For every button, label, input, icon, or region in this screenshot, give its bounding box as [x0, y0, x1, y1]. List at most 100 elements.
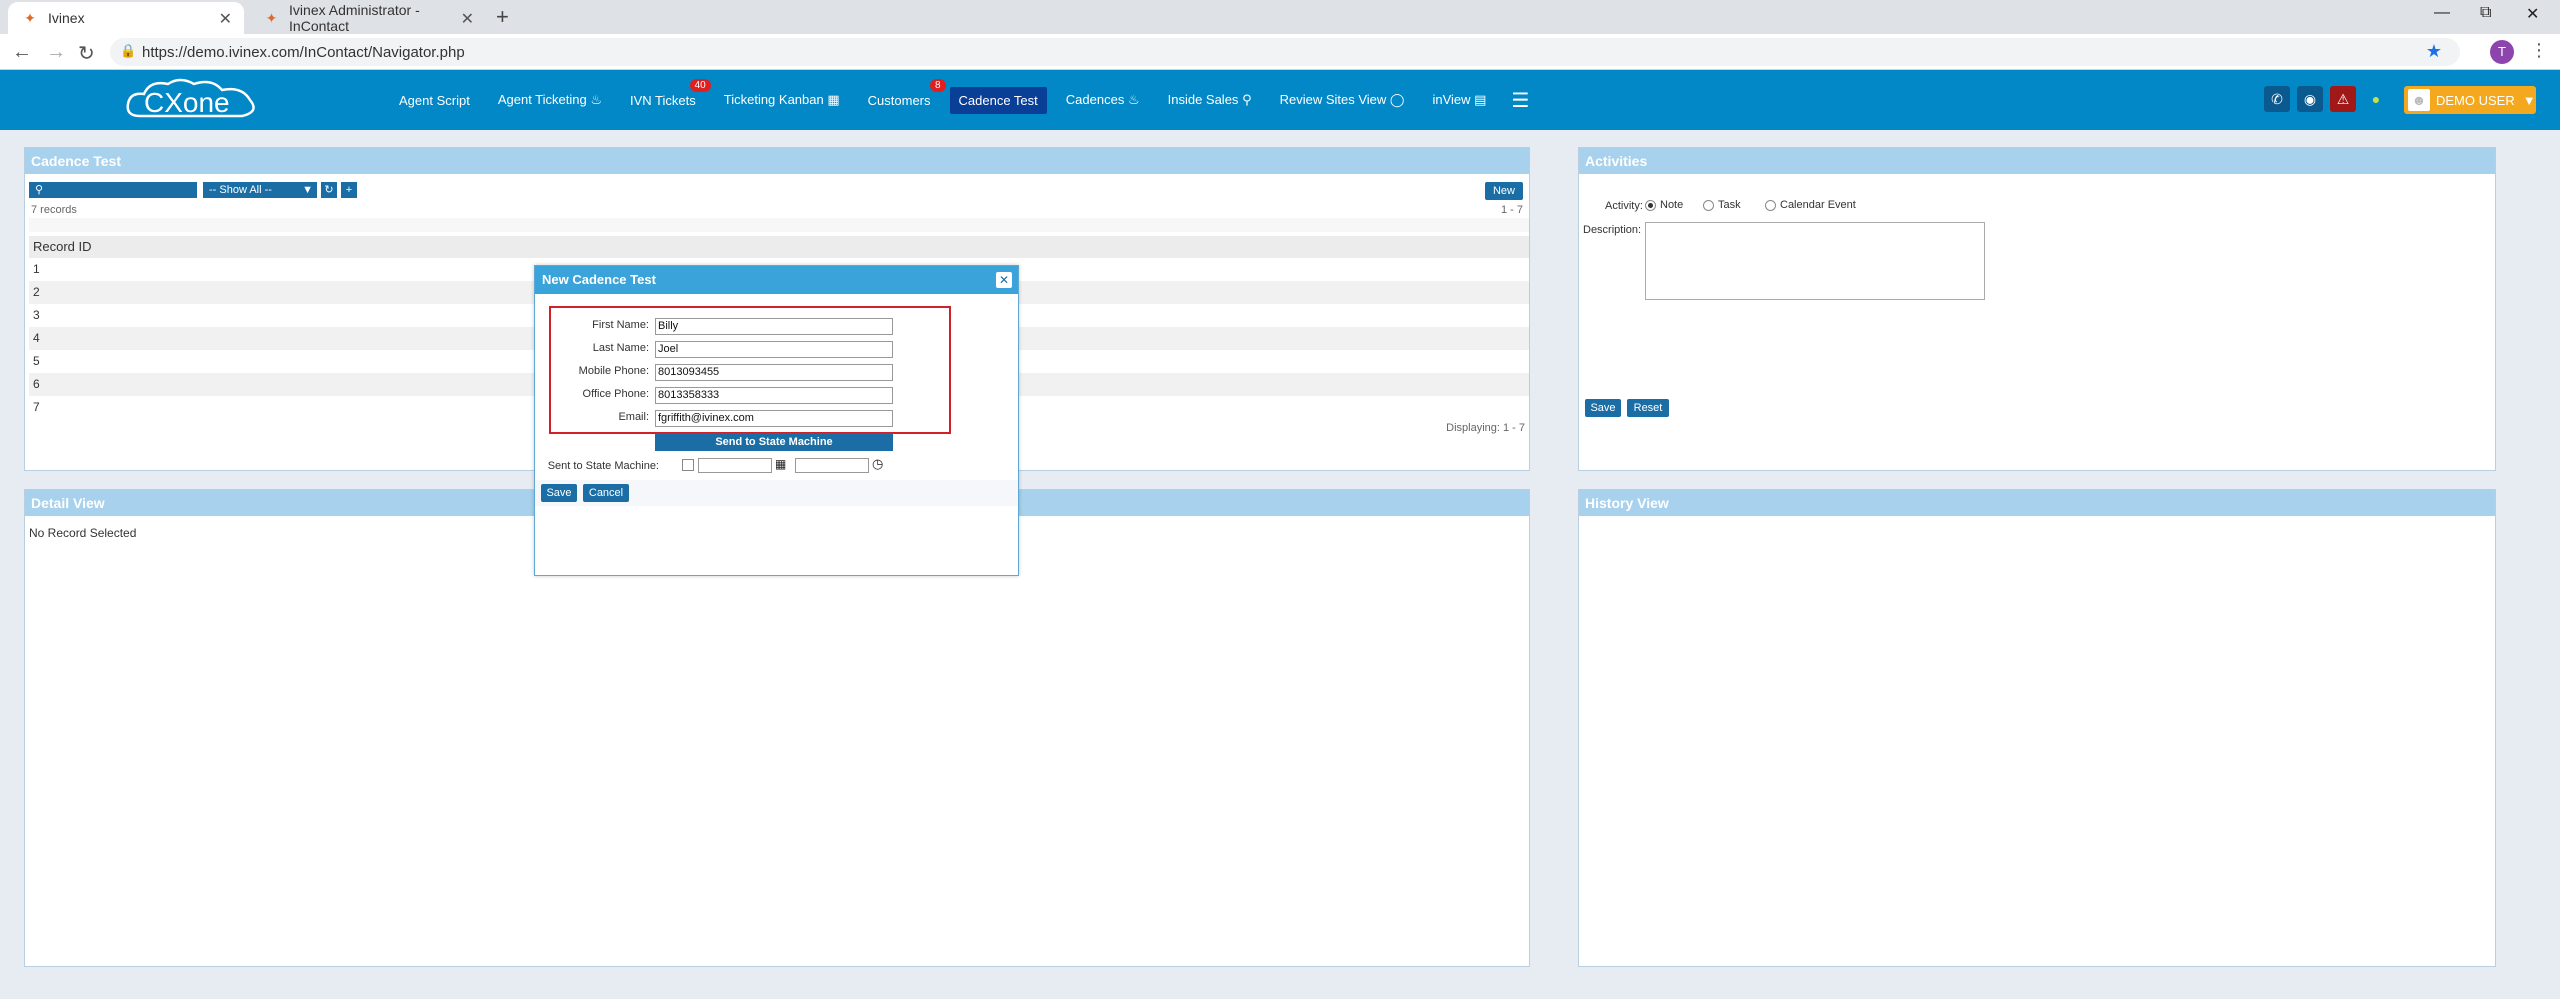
refresh-button[interactable]: ↻ — [321, 182, 337, 198]
first-name-field[interactable]: Billy — [655, 318, 893, 335]
email-field[interactable]: fgriffith@ivinex.com — [655, 410, 893, 427]
nav-cadence-test[interactable]: Cadence Test — [949, 86, 1047, 114]
browser-menu-icon[interactable]: ⋮ — [2530, 40, 2548, 61]
displaying-count: Displaying: 1 - 7 — [1446, 422, 1525, 434]
sent-time-input[interactable] — [795, 458, 869, 473]
nav-inside-sales[interactable]: Inside Sales ⚲ — [1159, 86, 1261, 114]
activity-reset-button[interactable]: Reset — [1627, 399, 1669, 417]
minimize-icon[interactable]: — — [2434, 4, 2450, 22]
search-input[interactable]: ⚲ — [29, 182, 197, 198]
user-menu-button[interactable]: ☻ DEMO USER ▼ — [2404, 86, 2536, 114]
nav-agent-script[interactable]: Agent Script — [390, 87, 479, 114]
tab-title: Ivinex Administrator - InContact — [289, 2, 420, 34]
last-name-field[interactable]: Joel — [655, 341, 893, 358]
plus-icon: + — [345, 184, 353, 196]
dialog-save-button[interactable]: Save — [541, 484, 577, 502]
radio-calendar-event[interactable]: Calendar Event — [1765, 199, 1856, 211]
browser-tab-admin[interactable]: ✦ Ivinex Administrator - InContact ✕ — [250, 2, 486, 34]
customers-badge: 8 — [929, 78, 946, 92]
filter-select[interactable]: -- Show All -- ▼ — [203, 182, 317, 198]
status-dot-icon[interactable]: ● — [2363, 86, 2389, 112]
ivinex-favicon-icon: ✦ — [265, 10, 278, 26]
bookmark-star-icon[interactable]: ★ — [2426, 41, 2442, 62]
chat-icon[interactable]: ◉ — [2297, 86, 2323, 112]
forward-icon[interactable]: → — [46, 41, 66, 64]
browser-tab-ivinex[interactable]: ✦ Ivinex ✕ — [8, 2, 244, 34]
url-text: https://demo.ivinex.com/InContact/Naviga… — [142, 44, 465, 61]
search-icon: ⚲ — [35, 184, 44, 196]
calendar-icon[interactable]: ▦ — [775, 457, 786, 471]
main-nav: Agent Script Agent Ticketing ♨ IVN Ticke… — [390, 70, 1529, 130]
nav-customers[interactable]: Customers 8 — [859, 78, 946, 114]
address-bar: ← → ↻ 🔒 https://demo.ivinex.com/InContac… — [0, 34, 2560, 70]
hamburger-menu-icon[interactable]: ☰ — [1511, 88, 1529, 113]
mobile-phone-label: Mobile Phone: — [578, 365, 649, 377]
mobile-phone-field[interactable]: 8013093455 — [655, 364, 893, 381]
grid-filter-row[interactable] — [29, 218, 1529, 232]
new-tab-icon[interactable]: + — [496, 4, 509, 30]
ivinex-favicon-icon: ✦ — [24, 10, 36, 26]
office-phone-field[interactable]: 8013358333 — [655, 387, 893, 404]
activity-label: Activity: — [1605, 200, 1643, 212]
nav-cadences[interactable]: Cadences ♨ — [1057, 86, 1149, 114]
ivn-tickets-badge: 40 — [689, 78, 711, 92]
sent-checkbox[interactable] — [682, 459, 694, 471]
profile-avatar[interactable]: T — [2490, 40, 2514, 64]
email-label: Email: — [618, 411, 649, 423]
refresh-icon: ↻ — [324, 184, 334, 196]
dialog-cancel-button[interactable]: Cancel — [583, 484, 629, 502]
browser-tab-bar: ✦ Ivinex ✕ ✦ Ivinex Administrator - InCo… — [0, 0, 2560, 34]
nav-agent-ticketing[interactable]: Agent Ticketing ♨ — [489, 86, 611, 114]
first-name-label: First Name: — [592, 319, 649, 331]
add-button[interactable]: + — [341, 182, 357, 198]
alert-icon[interactable]: ⚠ — [2330, 86, 2356, 112]
sent-to-state-machine-label: Sent to State Machine: — [547, 460, 659, 472]
phone-icon[interactable]: ✆ — [2264, 86, 2290, 112]
nav-inview[interactable]: inView ▤ — [1423, 86, 1495, 114]
new-cadence-test-dialog: New Cadence Test ✕ First Name: Billy Las… — [534, 265, 1019, 576]
description-textarea[interactable] — [1645, 222, 1985, 300]
logo-text: CXone — [144, 87, 230, 118]
pin-icon: ⚲ — [1242, 92, 1252, 107]
clock-icon[interactable]: ◷ — [872, 456, 883, 472]
nav-ivn-tickets[interactable]: IVN Tickets 40 — [621, 78, 711, 114]
caret-down-icon: ▼ — [302, 184, 313, 196]
user-avatar-icon: ☻ — [2408, 89, 2430, 111]
new-record-button[interactable]: New — [1485, 182, 1523, 200]
activity-save-button[interactable]: Save — [1585, 399, 1621, 417]
cxone-logo: CXone — [126, 78, 255, 118]
radio-note[interactable]: Note — [1645, 199, 1683, 211]
panel-title: Activities — [1579, 148, 2495, 174]
fire-icon: ♨ — [590, 92, 602, 107]
office-phone-label: Office Phone: — [582, 388, 649, 400]
sent-date-input[interactable] — [698, 458, 772, 473]
user-label: DEMO USER — [2436, 92, 2515, 108]
records-count: 7 records — [31, 204, 77, 216]
last-name-label: Last Name: — [592, 342, 649, 354]
close-window-icon[interactable]: ✕ — [2526, 4, 2539, 24]
activities-panel: Activities Activity: Note Task Calendar … — [1578, 147, 2496, 471]
radio-task[interactable]: Task — [1703, 199, 1741, 211]
close-tab-icon[interactable]: ✕ — [461, 9, 474, 29]
restore-icon[interactable]: ⧉ — [2480, 4, 2491, 22]
back-icon[interactable]: ← — [12, 41, 32, 64]
cadence-form: First Name: Billy Last Name: Joel Mobile… — [549, 306, 951, 434]
page-range: 1 - 7 — [1500, 204, 1523, 216]
dialog-title: New Cadence Test ✕ — [535, 266, 1018, 294]
nav-review-sites-view[interactable]: Review Sites View ◯ — [1271, 86, 1414, 114]
close-icon[interactable]: ✕ — [996, 272, 1012, 288]
column-header-record-id[interactable]: Record ID — [29, 236, 1529, 258]
tab-title: Ivinex — [48, 10, 85, 26]
history-view-panel: History View — [1578, 489, 2496, 967]
url-field[interactable]: 🔒 https://demo.ivinex.com/InContact/Navi… — [110, 38, 2460, 66]
close-tab-icon[interactable]: ✕ — [219, 9, 232, 29]
send-to-state-machine-button[interactable]: Send to State Machine — [655, 433, 893, 451]
panel-title: History View — [1579, 490, 2495, 516]
dialog-footer: Save Cancel — [535, 480, 1018, 506]
board-icon: ▦ — [827, 92, 840, 107]
reload-icon[interactable]: ↻ — [78, 41, 95, 66]
comment-icon: ◯ — [1389, 92, 1405, 107]
app-header: CXone Agent Script Agent Ticketing ♨ IVN… — [0, 70, 2560, 130]
caret-down-icon: ▼ — [2522, 92, 2536, 108]
nav-ticketing-kanban[interactable]: Ticketing Kanban ▦ — [715, 86, 849, 114]
